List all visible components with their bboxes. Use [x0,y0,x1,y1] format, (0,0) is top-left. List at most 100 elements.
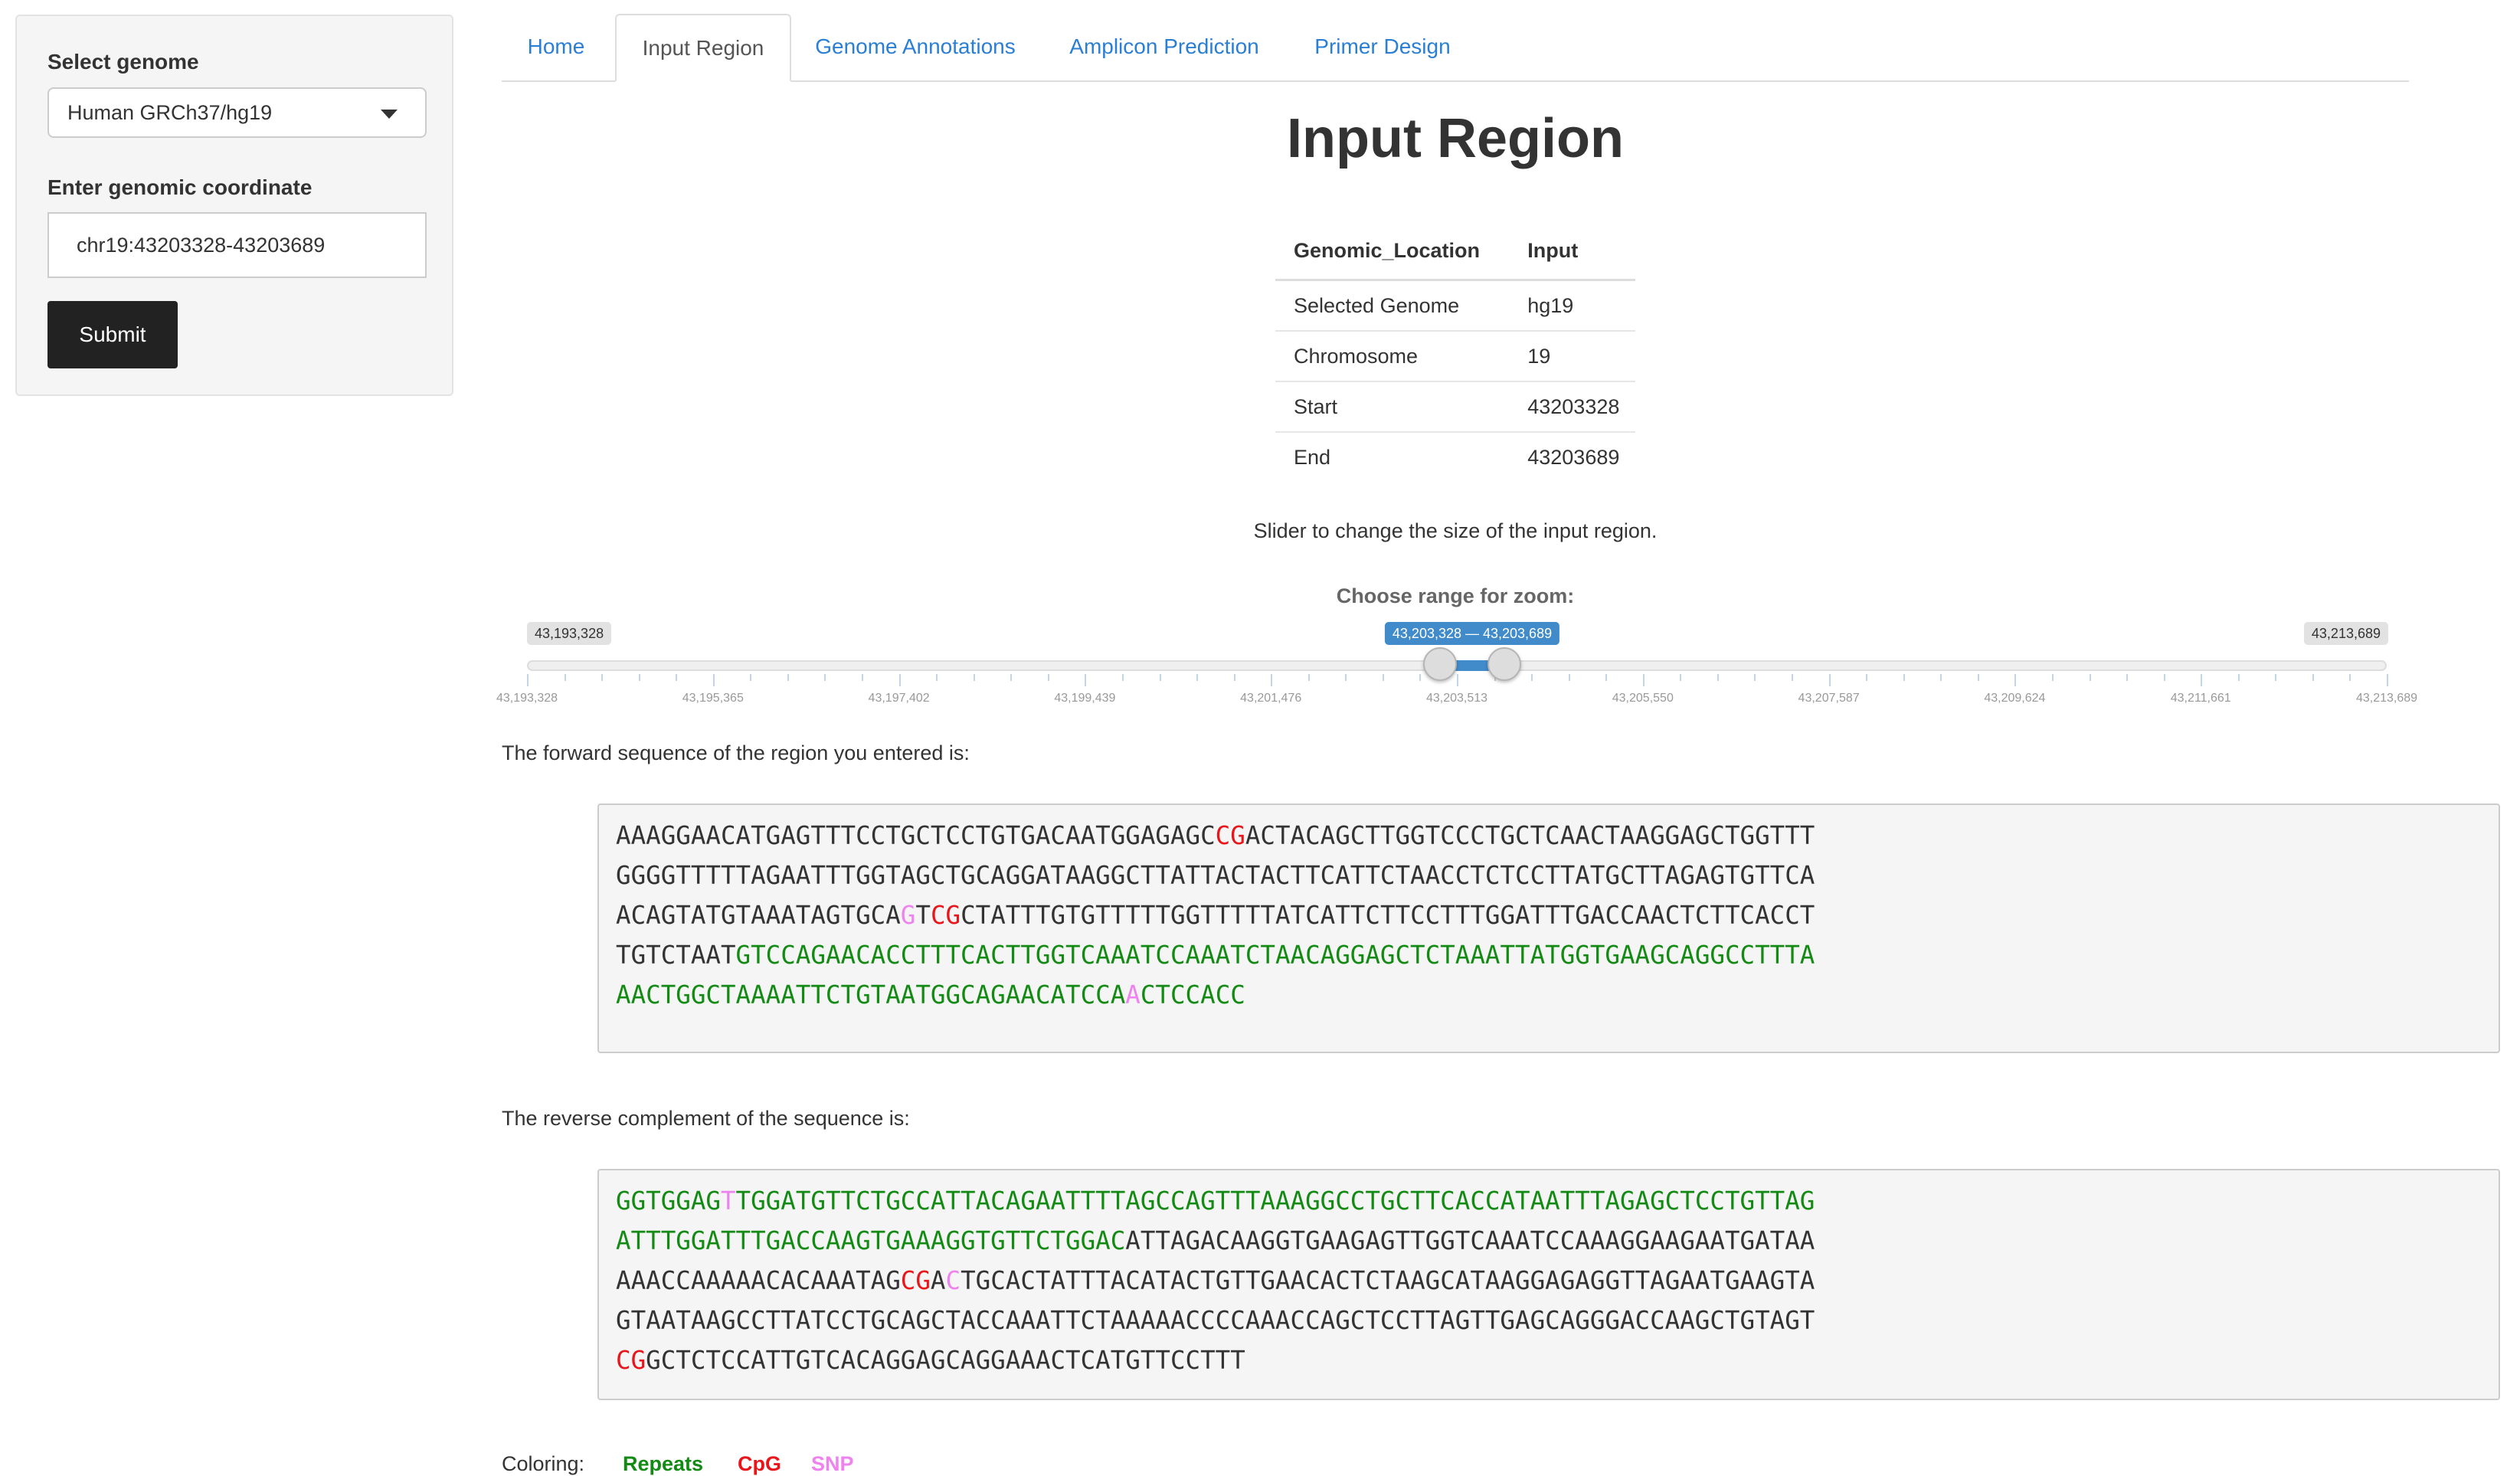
sequence-segment: AAAGGAACATGAGTTTCCTGCTCCTGTGACAATGGAGAGC [616,821,1216,850]
table-header-cell: Genomic_Location [1275,222,1510,281]
sidebar-panel: Select genome Human GRCh37/hg19 Enter ge… [15,15,453,396]
zoom-slider-handle-to[interactable] [1487,647,1521,681]
reverse-sequence-line: GGTGGAGTTGGATGTTCTGCCATTACAGAATTTTAGCCAG… [616,1181,2499,1221]
slider-tick-label: 43,211,661 [2170,692,2231,705]
forward-sequence-heading: The forward sequence of the region you e… [502,741,970,764]
genome-select-value: Human GRCh37/hg19 [67,101,273,124]
tab-input-region[interactable]: Input Region [615,14,791,82]
slider-minor-tick [1345,674,1347,681]
table-cell: 43203689 [1527,445,1620,469]
submit-button[interactable]: Submit [47,301,178,368]
slider-minor-tick [1568,674,1570,681]
sequence-segment: AACTGGCTAAAATTCTGTAATGGCAGAACATCCA [616,980,1126,1010]
zoom-slider-handle-from[interactable] [1423,647,1458,681]
genome-select[interactable]: Human GRCh37/hg19 [47,87,427,138]
slider-minor-tick [1977,674,1979,681]
slider-minor-tick [2237,674,2240,681]
slider-tick-label: 43,213,689 [2355,692,2418,705]
reverse-sequence-box: GGTGGAGTTGGATGTTCTGCCATTACAGAATTTTAGCCAG… [597,1169,2500,1400]
slider-major-tick [2201,674,2203,686]
sequence-segment: CG [616,1346,646,1375]
table-header-row: Genomic_Location Input [1275,222,1635,281]
sequence-segment: G [900,901,916,930]
sequence-segment: GTCCAGAACACCTTTCACTTGGTCAAATCCAAATCTAACA… [735,941,1815,970]
table-cell: hg19 [1509,280,1635,332]
slider-minor-tick [973,674,975,681]
slider-minor-tick [1680,674,1682,681]
slider-minor-tick [2312,674,2314,681]
legend-cpg: CpG [738,1452,781,1475]
slider-major-tick [1828,674,1831,686]
slider-tick-label: 43,209,624 [1984,692,2046,705]
slider-minor-tick [1307,674,1310,681]
slider-tick-label: 43,207,587 [1798,692,1860,705]
slider-minor-tick [2126,674,2129,681]
slider-minor-tick [638,674,640,681]
sequence-segment: CTATTTGTGTTTTTGGTTTTTATCATTCTTCCTTTGGATT… [961,901,1815,930]
sequence-segment: TGTCTAAT [616,941,736,970]
reverse-sequence-line: GTAATAAGCCTTATCCTGCAGCTACCAAATTCTAAAAACC… [616,1301,2499,1340]
slider-major-tick [712,674,715,686]
legend-snp: SNP [811,1452,854,1475]
table-cell: Selected Genome [1275,280,1510,332]
slider-tick-label: 43,193,328 [496,692,558,705]
slider-note: Slider to change the size of the input r… [1253,519,1658,542]
slider-value-label: 43,203,328 — 43,203,689 [1384,622,1560,645]
slider-minor-tick [1121,674,1124,681]
forward-sequence-line: AAAGGAACATGAGTTTCCTGCTCCTGTGACAATGGAGAGC… [616,816,2499,856]
sequence-segment: CTCCACC [1140,980,1245,1010]
sequence-segment: ATTAGACAAGGTGAAGAGTTGGTCAAATCCAAAGGAAGAA… [1125,1226,1815,1255]
slider-major-tick [2014,674,2017,686]
table-row: Chromosome 19 [1275,331,1635,382]
slider-minor-tick [2163,674,2165,681]
slider-minor-tick [564,674,566,681]
slider-minor-tick [936,674,938,681]
table-cell: 43203328 [1509,381,1635,433]
slider-minor-tick [2051,674,2054,681]
coordinate-input-label: Enter genomic coordinate [47,175,313,199]
slider-tick-label: 43,201,476 [1240,692,1302,705]
forward-sequence-line: ACAGTATGTAAATAGTGCAGTCGCTATTTGTGTTTTTGGT… [616,895,2499,935]
slider-minor-tick [1754,674,1756,681]
slider-label: Choose range for zoom: [1336,584,1575,607]
sequence-segment: GTAATAAGCCTTATCCTGCAGCTACCAAATTCTAAAAACC… [616,1306,1815,1335]
sequence-segment: ACAGTATGTAAATAGTGCA [616,901,901,930]
slider-minor-tick [1419,674,1422,681]
tab-amplicon-prediction[interactable]: Amplicon Prediction [1042,14,1286,80]
forward-sequence-line: AACTGGCTAAAATTCTGTAATGGCAGAACATCCAACTCCA… [616,975,2499,1015]
sequence-segment: T [720,1186,736,1216]
sequence-segment: T [915,901,931,930]
sequence-segment: GCTCTCCATTGTCACAGGAGCAGGAAACTCATGTTCCTTT [646,1346,1245,1375]
sequence-segment: ATTTGGATTTGACCAAGTGAAAGGTGTTCTGGAC [616,1226,1126,1255]
table-header-cell: Input [1509,222,1635,281]
slider-tick-label: 43,205,550 [1612,692,1674,705]
table-row: End 43203689 [1275,432,1635,482]
slider-major-tick [1271,674,1273,686]
tab-home[interactable]: Home [502,14,610,80]
tab-bar: Home Input Region Genome Annotations Amp… [502,14,2409,82]
slider-minor-tick [2275,674,2277,681]
tab-primer-design[interactable]: Primer Design [1291,14,1474,80]
slider-major-tick [1642,674,1645,686]
slider-major-tick [2387,674,2388,686]
table-cell: 19 [1509,331,1635,382]
slider-minor-tick [601,674,604,681]
tab-genome-annotations[interactable]: Genome Annotations [793,14,1038,80]
slider-max-label: 43,213,689 [2303,622,2388,645]
coordinate-input[interactable] [47,212,427,278]
slider-minor-tick [1903,674,1905,681]
slider-minor-tick [1233,674,1235,681]
slider-minor-tick [1047,674,1049,681]
genome-select-label: Select genome [47,50,199,74]
forward-sequence-line: TGTCTAATGTCCAGAACACCTTTCACTTGGTCAAATCCAA… [616,935,2499,975]
slider-tick-label: 43,197,402 [868,692,930,705]
sequence-segment: ACTACAGCTTGGTCCCTGCTCAACTAAGGAGCTGGTTT [1245,821,1815,850]
reverse-sequence-line: ATTTGGATTTGACCAAGTGAAAGGTGTTCTGGACATTAGA… [616,1221,2499,1261]
slider-major-tick [898,674,901,686]
slider-tick-label: 43,195,365 [682,692,744,705]
sequence-segment: GGGGTTTTTAGAATTTGGTAGCTGCAGGATAAGGCTTATT… [616,861,1815,890]
table-cell: End [1294,445,1331,469]
input-region-table: Genomic_Location Input Selected Genome h… [1275,222,1635,482]
forward-sequence-line: GGGGTTTTTAGAATTTGGTAGCTGCAGGATAAGGCTTATT… [616,856,2499,895]
slider-major-tick [1085,674,1087,686]
